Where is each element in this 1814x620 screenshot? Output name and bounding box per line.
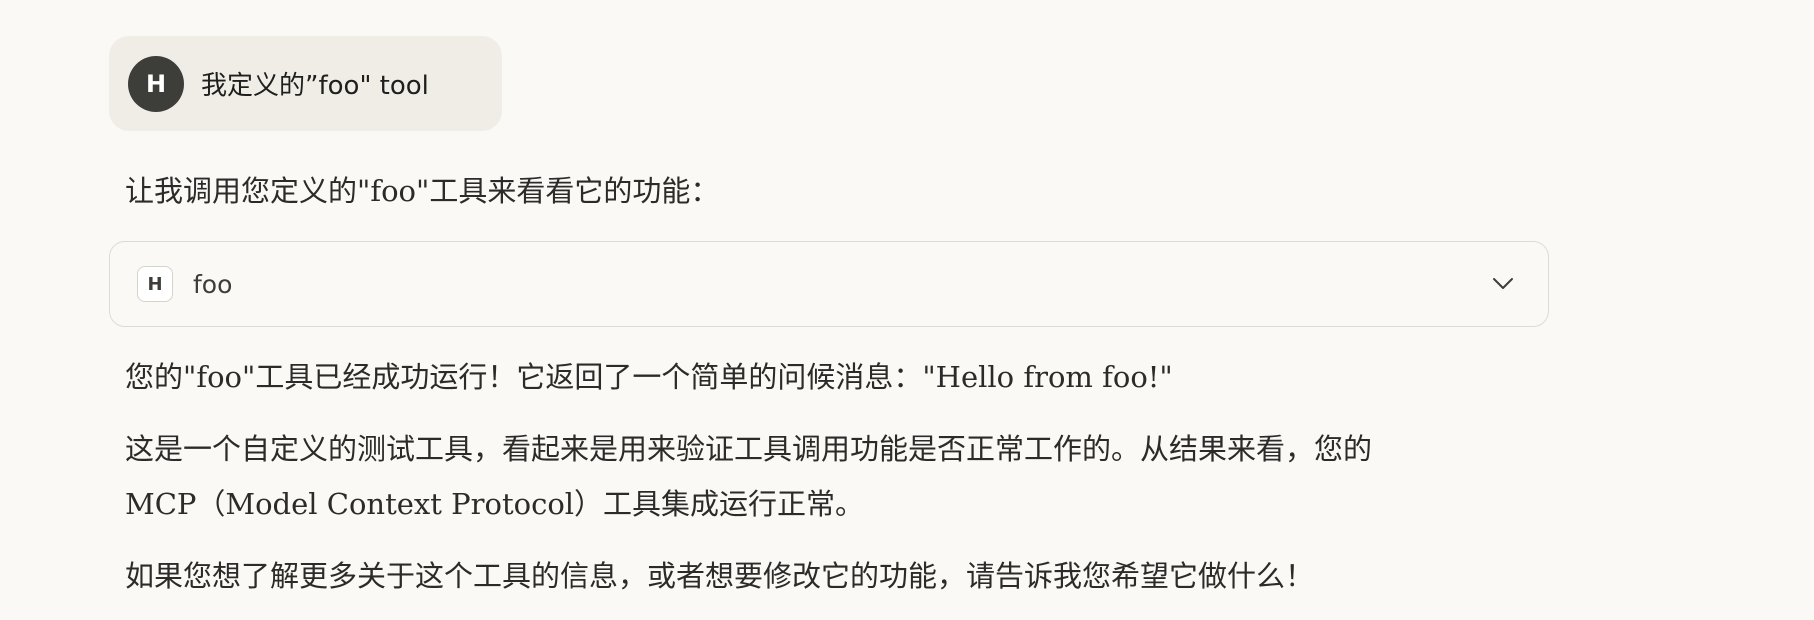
explanation-line-2: MCP（Model Context Protocol）工具集成运行正常。 [125, 487, 865, 521]
user-avatar[interactable]: H [128, 55, 184, 112]
assistant-intro-text: 让我调用您定义的"foo"工具来看看它的功能： [125, 174, 720, 208]
chevron-down-icon[interactable] [1490, 271, 1516, 297]
user-message-text: 我定义的”foo" tool [201, 71, 429, 101]
tool-call-card[interactable]: H foo [109, 241, 1549, 327]
tool-result-text: 您的"foo"工具已经成功运行！它返回了一个简单的问候消息："Hello fro… [125, 360, 1173, 394]
assistant-offer-text: 如果您想了解更多关于这个工具的信息，或者想要修改它的功能，请告诉我您希望它做什么… [125, 559, 1315, 593]
user-message-bubble: H 我定义的”foo" tool [109, 36, 502, 131]
tool-name: foo [193, 269, 233, 299]
tool-server-icon: H [137, 266, 173, 302]
explanation-line-1: 这是一个自定义的测试工具，看起来是用来验证工具调用功能是否正常工作的。从结果来看… [125, 432, 1373, 466]
